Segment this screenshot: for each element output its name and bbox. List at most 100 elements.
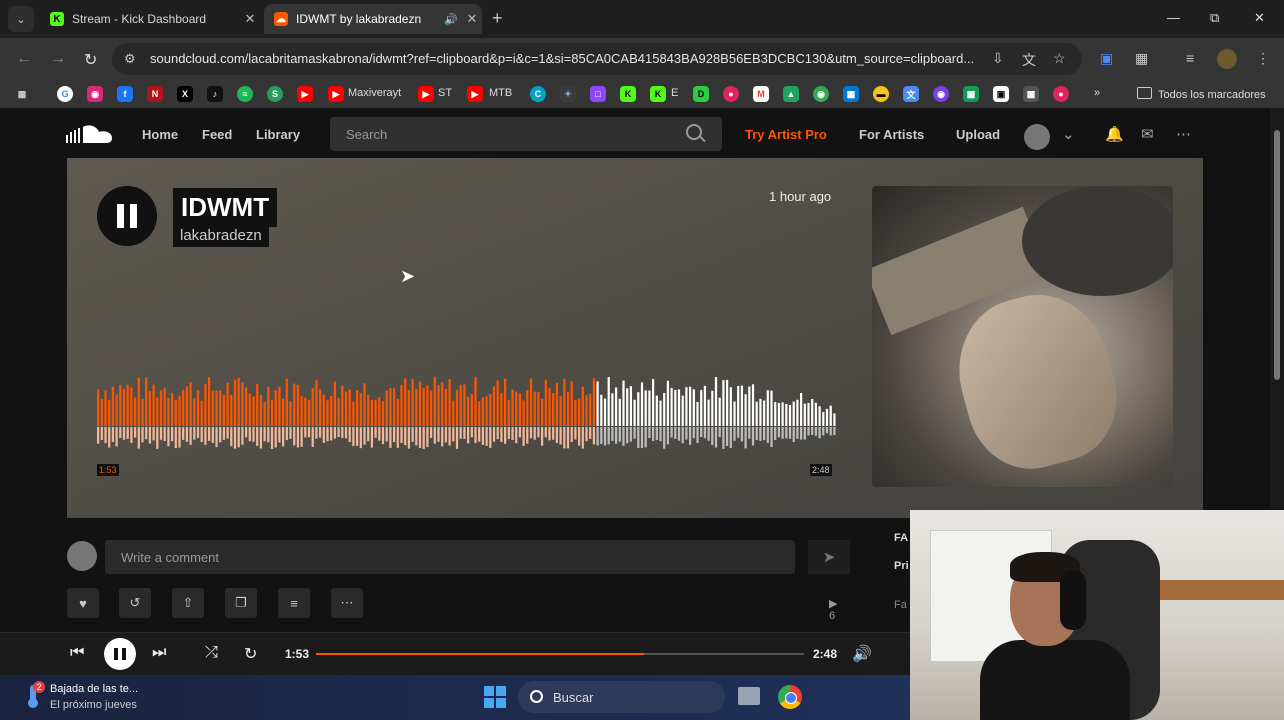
- send-comment-icon[interactable]: ➤: [808, 540, 850, 574]
- weather-subline[interactable]: El próximo jueves: [50, 699, 137, 711]
- record-icon[interactable]: ●: [723, 86, 739, 102]
- upload-link[interactable]: Upload: [956, 127, 1000, 142]
- bookmark-label[interactable]: ST: [438, 87, 452, 99]
- youtube-icon[interactable]: ▶: [328, 86, 344, 102]
- maps-pin-icon[interactable]: ◉: [813, 86, 829, 102]
- close-tab-icon[interactable]: ✕: [240, 11, 260, 27]
- translate-icon[interactable]: 文: [903, 86, 919, 102]
- google-drive-icon[interactable]: ▲: [783, 86, 799, 102]
- previous-track-icon[interactable]: ⏮: [70, 644, 84, 662]
- canva-icon[interactable]: C: [530, 86, 546, 102]
- kick-icon[interactable]: K: [620, 86, 636, 102]
- bookmark-label[interactable]: E: [671, 87, 678, 99]
- messages-envelope-icon[interactable]: ✉: [1141, 125, 1154, 143]
- translate-icon[interactable]: 文: [1022, 50, 1036, 70]
- track-artwork[interactable]: [872, 186, 1173, 487]
- share-icon[interactable]: ⇧: [172, 588, 204, 618]
- tab-kick-dashboard[interactable]: K Stream - Kick Dashboard ✕: [40, 4, 260, 34]
- new-tab-button[interactable]: +: [492, 8, 503, 29]
- kick-icon[interactable]: K: [650, 86, 666, 102]
- search-icon[interactable]: [686, 124, 702, 140]
- notifications-bell-icon[interactable]: 🔔: [1105, 125, 1124, 143]
- track-artist[interactable]: lakabradezn: [173, 224, 269, 247]
- for-artists-link[interactable]: For Artists: [859, 127, 924, 142]
- reload-icon[interactable]: ↻: [84, 50, 97, 70]
- nav-feed[interactable]: Feed: [202, 127, 232, 142]
- gmail-icon[interactable]: M: [753, 86, 769, 102]
- repost-icon[interactable]: ↺: [119, 588, 151, 618]
- scrollbar-thumb[interactable]: [1274, 130, 1280, 380]
- facebook-icon[interactable]: f: [117, 86, 133, 102]
- d-icon[interactable]: D: [693, 86, 709, 102]
- close-window-icon[interactable]: ✕: [1254, 10, 1265, 26]
- nav-home[interactable]: Home: [142, 127, 178, 142]
- try-artist-pro-link[interactable]: Try Artist Pro: [745, 127, 827, 142]
- all-bookmarks-folder[interactable]: Todos los marcadores: [1137, 87, 1266, 101]
- gemini-icon[interactable]: ✦: [560, 86, 576, 102]
- page-scrollbar[interactable]: [1270, 108, 1284, 508]
- extensions-puzzle-icon[interactable]: ▦: [1135, 50, 1148, 67]
- google-icon[interactable]: G: [57, 86, 73, 102]
- taskbar-search[interactable]: Buscar: [518, 681, 725, 713]
- bookmark-label[interactable]: Maxiverayt: [348, 87, 401, 99]
- chat-icon[interactable]: ▬: [873, 86, 889, 102]
- task-view-icon[interactable]: [738, 687, 760, 705]
- more-options-icon[interactable]: ⋯: [1176, 125, 1191, 143]
- windows-start-icon[interactable]: [484, 686, 506, 708]
- profile-avatar[interactable]: [1217, 49, 1237, 69]
- s2-icon[interactable]: S: [267, 86, 283, 102]
- netflix-icon[interactable]: N: [147, 86, 163, 102]
- next-track-icon[interactable]: ⏭: [152, 644, 166, 662]
- like-heart-icon[interactable]: ♥: [67, 588, 99, 618]
- soundcloud-logo-icon[interactable]: [66, 123, 114, 145]
- user-avatar[interactable]: [1024, 124, 1050, 150]
- chevron-down-icon[interactable]: ⌄: [1062, 125, 1075, 143]
- copy-link-icon[interactable]: ❐: [225, 588, 257, 618]
- back-arrow-icon[interactable]: ←: [16, 50, 32, 68]
- url-text[interactable]: soundcloud.com/lacabritamaskabrona/idwmt…: [150, 51, 990, 66]
- close-tab-icon[interactable]: ✕: [462, 11, 482, 27]
- add-to-queue-icon[interactable]: ≡: [278, 588, 310, 618]
- apps-grid-icon[interactable]: ▦: [14, 86, 30, 102]
- minimize-icon[interactable]: —: [1167, 10, 1180, 25]
- youtube-icon[interactable]: ▶: [418, 86, 434, 102]
- speaker-icon[interactable]: 🔊: [444, 13, 458, 26]
- reading-list-icon[interactable]: ≡: [1186, 50, 1194, 66]
- app-icon[interactable]: ●: [1053, 86, 1069, 102]
- player-progress-bar[interactable]: [316, 653, 804, 655]
- twitch-icon[interactable]: □: [590, 86, 606, 102]
- comment-input[interactable]: Write a comment: [105, 540, 795, 574]
- windows-app-icon[interactable]: ▦: [843, 86, 859, 102]
- shuffle-icon[interactable]: ⤮: [205, 644, 218, 662]
- translate-extension-icon[interactable]: ▣: [1100, 50, 1113, 67]
- tab-soundcloud[interactable]: ☁ IDWMT by lakabradezn 🔊 ✕: [264, 4, 482, 34]
- tab-search-chevron-icon[interactable]: ⌄: [8, 6, 34, 32]
- bookmark-label[interactable]: MTB: [489, 87, 512, 99]
- chrome-icon[interactable]: [778, 685, 802, 709]
- weather-headline[interactable]: Bajada de las te...: [50, 683, 138, 695]
- restore-icon[interactable]: ⧉: [1210, 10, 1219, 26]
- app-icon[interactable]: ▣: [993, 86, 1009, 102]
- repeat-icon[interactable]: ↻: [244, 644, 257, 664]
- waveform[interactable]: [97, 358, 837, 468]
- nav-library[interactable]: Library: [256, 127, 300, 142]
- pause-button[interactable]: [97, 186, 157, 246]
- volume-icon[interactable]: 🔊: [852, 644, 872, 664]
- forward-arrow-icon[interactable]: →: [50, 50, 66, 68]
- player-pause-button[interactable]: [104, 638, 136, 670]
- qr-icon[interactable]: ▦: [1023, 86, 1039, 102]
- x-icon[interactable]: X: [177, 86, 193, 102]
- youtube-icon[interactable]: ▶: [467, 86, 483, 102]
- sheets-icon[interactable]: ▦: [963, 86, 979, 102]
- youtube-icon[interactable]: ▶: [297, 86, 313, 102]
- install-app-icon[interactable]: ⇩: [992, 50, 1004, 67]
- spotify-icon[interactable]: ≈: [237, 86, 253, 102]
- more-actions-icon[interactable]: ⋯: [331, 588, 363, 618]
- bookmark-star-icon[interactable]: ☆: [1053, 50, 1066, 67]
- instagram-icon[interactable]: ◉: [87, 86, 103, 102]
- tiktok-icon[interactable]: ♪: [207, 86, 223, 102]
- kebab-menu-icon[interactable]: ⋮: [1256, 50, 1270, 67]
- app-icon[interactable]: ◉: [933, 86, 949, 102]
- search-input[interactable]: Search: [330, 117, 722, 151]
- address-bar[interactable]: ⚙ soundcloud.com/lacabritamaskabrona/idw…: [112, 43, 1082, 75]
